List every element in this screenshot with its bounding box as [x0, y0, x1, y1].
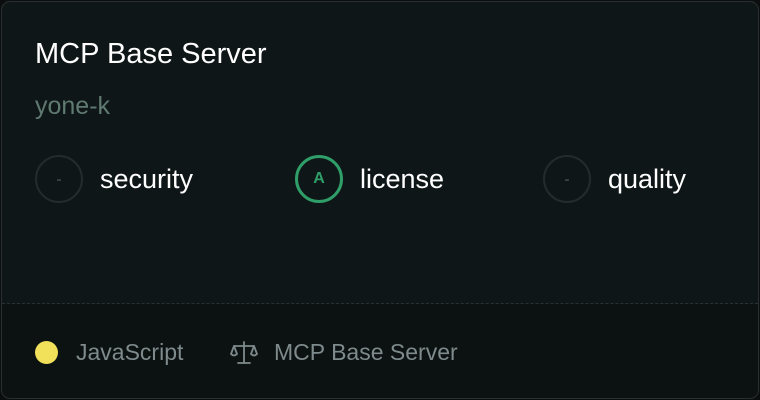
server-card[interactable]: MCP Base Server yone-k - security A lice… [1, 1, 759, 399]
score-license[interactable]: A license [295, 155, 444, 203]
author-name[interactable]: yone-k [35, 91, 110, 121]
license-grade-badge: A [295, 155, 343, 203]
score-quality[interactable]: - quality [543, 155, 686, 203]
license-name: MCP Base Server [274, 339, 458, 365]
quality-grade-badge: - [543, 155, 591, 203]
scale-icon [230, 341, 258, 364]
score-row: - security A license - quality [2, 155, 758, 203]
score-security[interactable]: - security [35, 155, 193, 203]
security-grade-badge: - [35, 155, 83, 203]
card-header: MCP Base Server yone-k - security A lice… [2, 2, 758, 303]
language-color-dot [35, 341, 58, 364]
security-label: security [100, 163, 194, 194]
license-label: license [360, 163, 445, 194]
quality-label: quality [608, 163, 687, 194]
language-label: JavaScript [76, 339, 184, 365]
card-footer: JavaScript MCP Base Server [2, 304, 758, 398]
server-title[interactable]: MCP Base Server [35, 37, 267, 71]
